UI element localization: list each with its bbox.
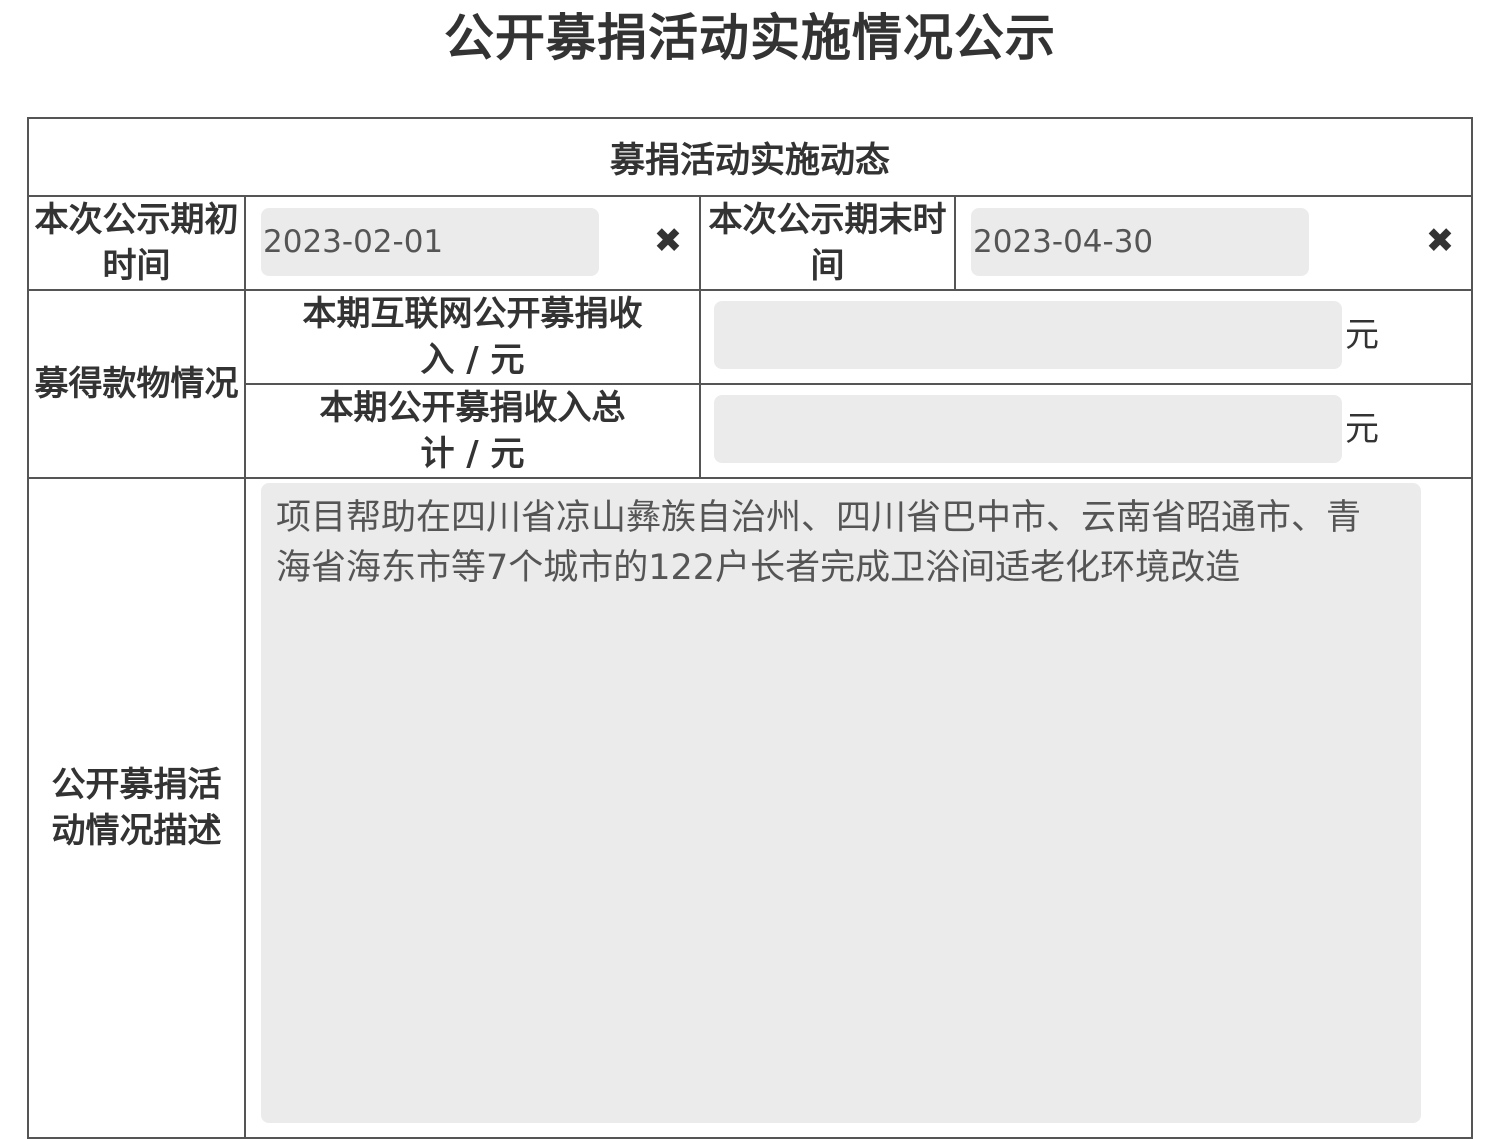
internet-income-row: 募得款物情况 本期互联网公开募捐收入 / 元 元	[27, 289, 1474, 479]
funds-group-label: 募得款物情况	[27, 289, 246, 479]
period-start-input[interactable]: 2023-02-01	[261, 208, 599, 276]
internet-income-input[interactable]	[714, 301, 1342, 369]
period-row: 本次公示期初时间 2023-02-01 ✖ 本次公示期末时间 2023-04-3…	[27, 195, 1474, 291]
period-end-input[interactable]: 2023-04-30	[971, 208, 1309, 276]
close-x-icon[interactable]: ✖	[1422, 217, 1458, 265]
close-x-icon[interactable]: ✖	[650, 217, 686, 265]
section-header: 募捐活动实施动态	[26, 117, 1474, 197]
total-income-label: 本期公开募捐收入总计 / 元	[244, 383, 701, 479]
section-header-row: 募捐活动实施动态	[26, 117, 1474, 197]
total-income-cell: 元	[698, 383, 1474, 479]
description-row: 公开募捐活动情况描述 项目帮助在四川省凉山彝族自治州、四川省巴中市、云南省昭通市…	[27, 477, 1474, 1139]
internet-income-cell: 元	[698, 289, 1474, 385]
description-textarea[interactable]: 项目帮助在四川省凉山彝族自治州、四川省巴中市、云南省昭通市、青海省海东市等7个城…	[261, 483, 1421, 1123]
total-income-row: 本期公开募捐收入总计 / 元 元	[28, 383, 1474, 479]
internet-income-unit: 元	[1345, 315, 1379, 355]
period-start-cell: 2023-02-01 ✖	[244, 195, 701, 291]
period-end-cell: 2023-04-30 ✖	[953, 195, 1474, 291]
total-income-input[interactable]	[714, 395, 1342, 463]
period-end-label: 本次公示期末时间	[699, 195, 956, 291]
disclosure-form-table: 募捐活动实施动态 本次公示期初时间 2023-02-01 ✖ 本次公示期末时间 …	[26, 117, 1474, 1139]
internet-income-label: 本期互联网公开募捐收入 / 元	[244, 289, 701, 385]
page-title: 公开募捐活动实施情况公示	[444, 9, 1056, 67]
description-label: 公开募捐活动情况描述	[27, 477, 246, 1139]
description-cell: 项目帮助在四川省凉山彝族自治州、四川省巴中市、云南省昭通市、青海省海东市等7个城…	[243, 477, 1474, 1139]
total-income-unit: 元	[1345, 409, 1379, 449]
period-start-label: 本次公示期初时间	[27, 195, 246, 291]
